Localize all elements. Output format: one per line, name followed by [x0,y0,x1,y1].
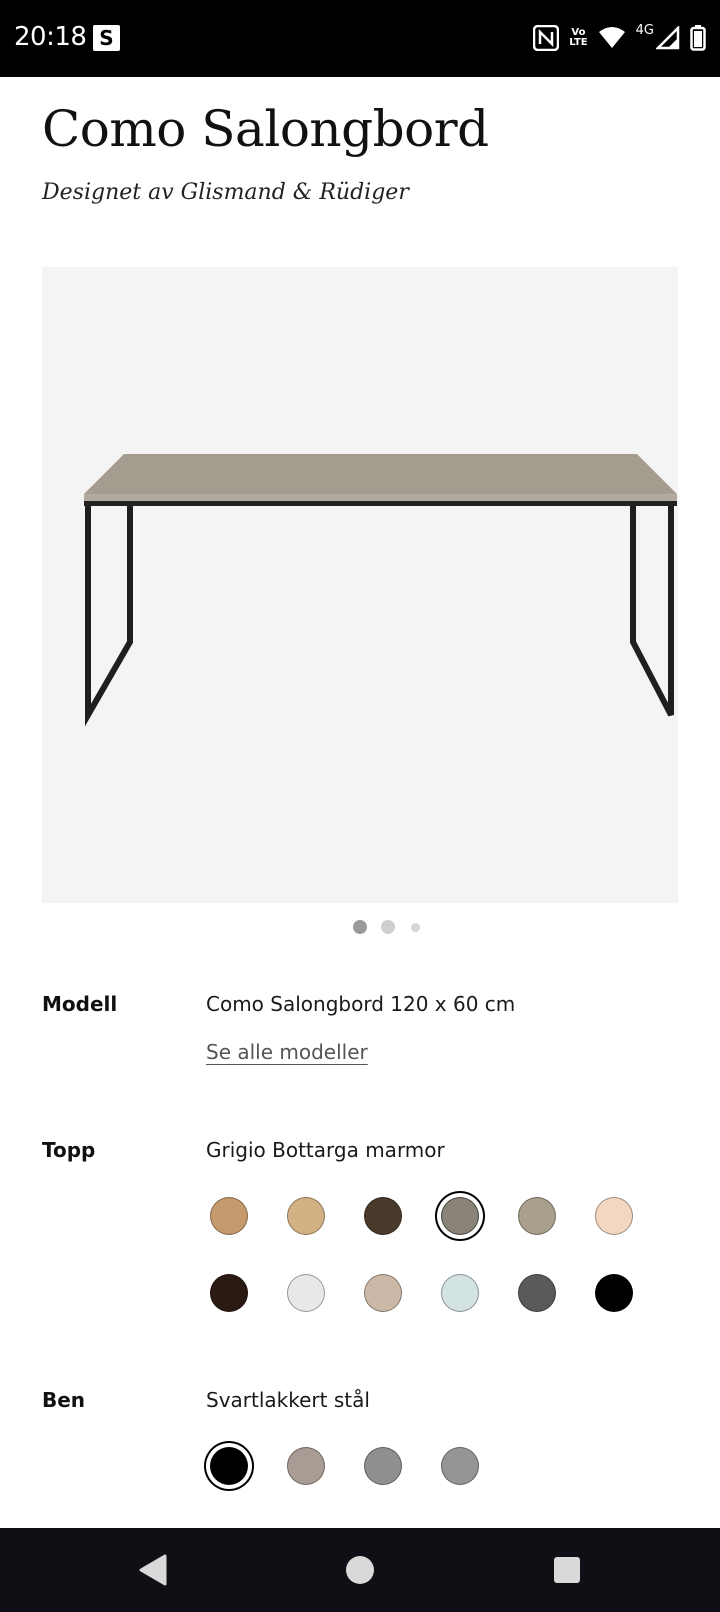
top-swatch-peach[interactable] [595,1197,633,1235]
image-pager [0,920,720,934]
top-swatch-grigio-bottarga-marble[interactable] [441,1197,479,1235]
nav-back-button[interactable] [103,1528,203,1612]
product-image[interactable] [42,267,678,903]
nfc-icon [533,25,560,51]
model-label: Modell [42,992,118,1016]
top-swatch-oak-light[interactable] [210,1197,248,1235]
legs-swatch-grey-steel[interactable] [364,1447,402,1485]
top-swatch-black[interactable] [595,1274,633,1312]
status-icons: Vo LTE 4G [533,22,706,54]
top-swatch-white-grey[interactable] [287,1274,325,1312]
volte-bottom-text: LTE [569,37,588,48]
volte-icon: Vo LTE [569,28,587,48]
legs-swatch-taupe-steel[interactable] [287,1447,325,1485]
model-value: Como Salongbord 120 x 60 cm [206,992,516,1016]
status-bar: 20:18 S Vo LTE 4G [0,0,720,77]
top-swatch-travertine[interactable] [364,1274,402,1312]
nav-recents-button[interactable] [517,1528,617,1612]
top-swatch-dark-grey-marble[interactable] [518,1274,556,1312]
top-swatch-oak-natural[interactable] [287,1197,325,1235]
top-value: Grigio Bottarga marmor [206,1138,445,1162]
app-notification-icon: S [93,25,120,51]
battery-icon [690,25,706,51]
recents-icon [554,1557,580,1583]
wifi-icon [598,27,625,48]
cell-signal-icon [656,26,680,50]
top-swatch-walnut-dark[interactable] [364,1197,402,1235]
product-designer: Designet av Glismand & Rüdiger [42,180,409,205]
back-icon [139,1554,167,1586]
legs-value: Svartlakkert stål [206,1388,370,1412]
top-swatch-pale-mint[interactable] [441,1274,479,1312]
see-all-models-link[interactable]: Se alle modeller [206,1040,368,1064]
pager-dot-2[interactable] [381,920,395,934]
table-illustration [84,454,677,727]
top-swatch-stone-sand[interactable] [518,1197,556,1235]
status-time: 20:18 [14,22,87,52]
home-icon [346,1556,374,1584]
system-nav-bar [0,1528,720,1612]
legs-label: Ben [42,1388,86,1412]
product-title: Como Salongbord [42,100,489,158]
pager-dot-3[interactable] [411,923,420,932]
top-swatch-emperador-dark-marble[interactable] [210,1274,248,1312]
legs-swatch-black-steel[interactable] [210,1447,248,1485]
network-type: 4G [635,22,654,38]
legs-swatch-grey-steel-2[interactable] [441,1447,479,1485]
pager-dot-1[interactable] [353,920,367,934]
top-label: Topp [42,1138,96,1162]
nav-home-button[interactable] [310,1528,410,1612]
